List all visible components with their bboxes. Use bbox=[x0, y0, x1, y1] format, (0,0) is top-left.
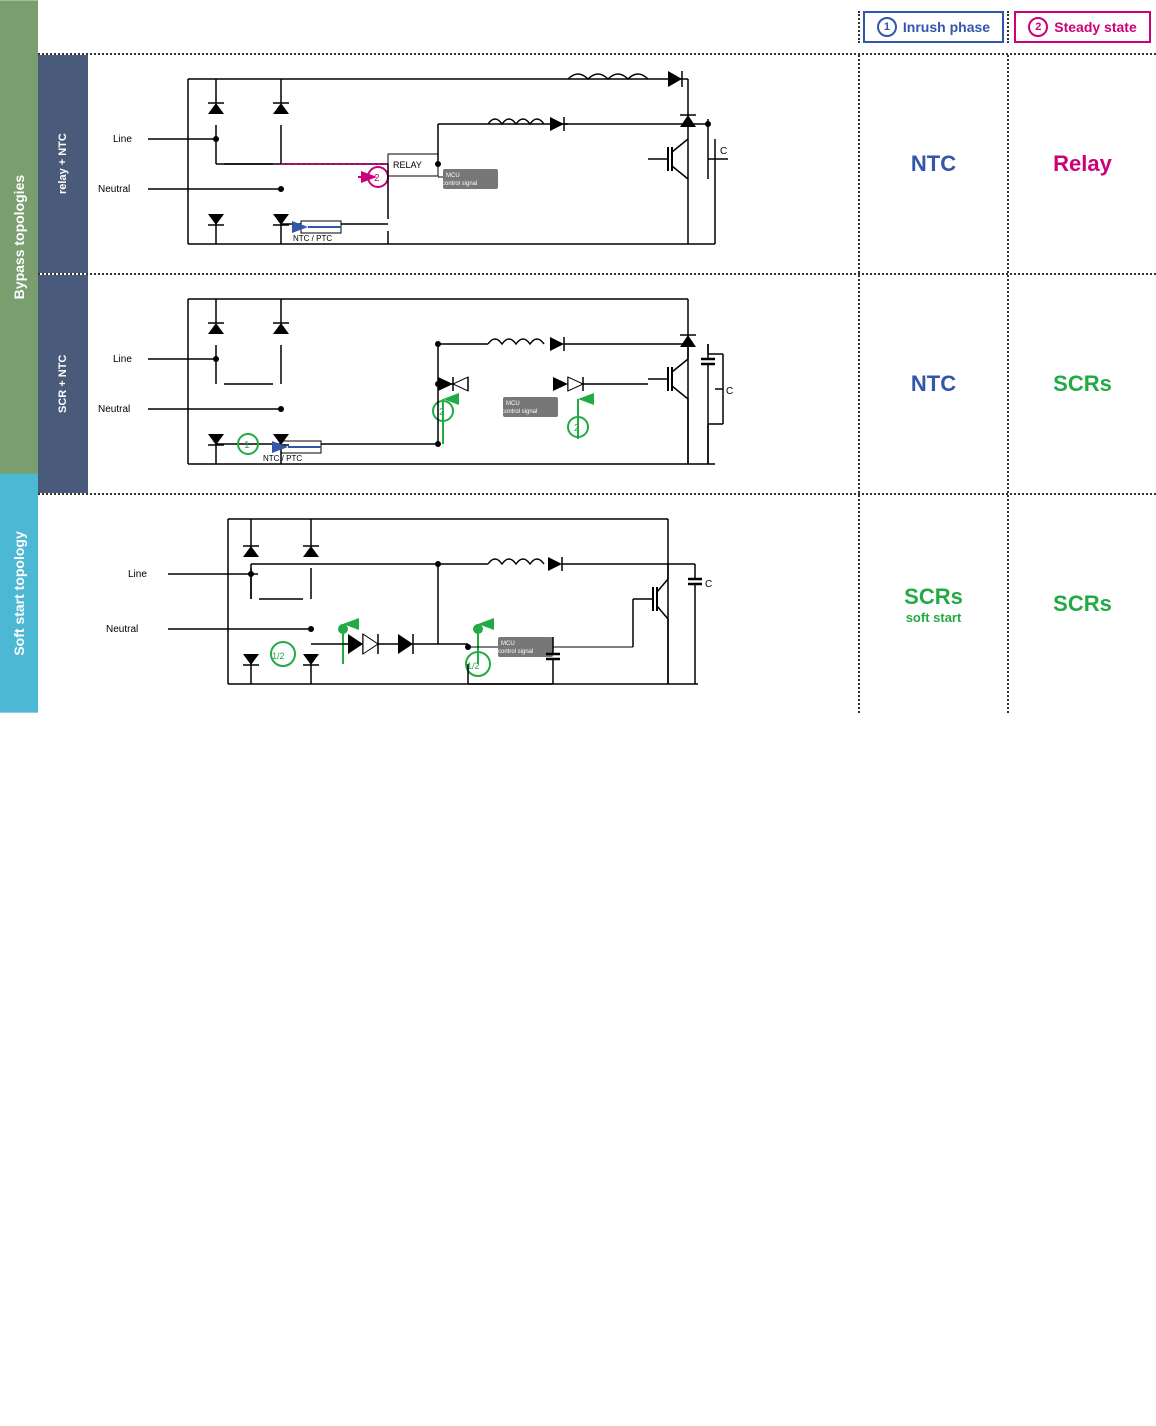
svg-text:C: C bbox=[705, 579, 712, 590]
sub-label-soft-start bbox=[38, 495, 88, 713]
inrush-phase-label: 1 Inrush phase bbox=[860, 11, 1007, 43]
sub-label-relay-ntc-inner: relay + NTC bbox=[38, 55, 88, 273]
result-cols-2: NTC SCRs bbox=[860, 275, 1156, 493]
result-cols-3: SCRs soft start SCRs bbox=[860, 495, 1156, 713]
bypass-label: Bypass topologies bbox=[0, 0, 38, 474]
inrush-label: Inrush phase bbox=[903, 19, 990, 35]
scrs-soft-start-main: SCRs bbox=[904, 584, 963, 610]
sub-label-soft-start-inner bbox=[38, 495, 88, 713]
svg-text:MCU: MCU bbox=[446, 173, 460, 179]
row-soft-start: Line Neutral bbox=[38, 495, 1156, 713]
inrush-result-2: NTC bbox=[860, 275, 1007, 493]
svg-text:Neutral: Neutral bbox=[98, 404, 130, 415]
main-container: Bypass topologies Soft start topology 1 … bbox=[0, 0, 1156, 713]
svg-text:Line: Line bbox=[128, 569, 147, 580]
inrush-box: 1 Inrush phase bbox=[863, 11, 1004, 43]
svg-text:Neutral: Neutral bbox=[98, 184, 130, 195]
svg-text:MCU: MCU bbox=[506, 401, 520, 407]
svg-text:NTC / PTC: NTC / PTC bbox=[263, 454, 302, 463]
svg-text:2: 2 bbox=[574, 423, 580, 434]
row-scr-ntc: SCR + NTC bbox=[38, 275, 1156, 495]
circuit-svg-scr-ntc: Line Neutral bbox=[88, 275, 858, 493]
inrush-result-3: SCRs soft start bbox=[860, 495, 1007, 713]
steady-label: Steady state bbox=[1054, 19, 1136, 35]
steady-num-circle: 2 bbox=[1028, 17, 1048, 37]
rows-container: relay + NTC bbox=[38, 55, 1156, 713]
svg-text:RELAY: RELAY bbox=[393, 160, 422, 170]
inrush-result-1: NTC bbox=[860, 55, 1007, 273]
result-cols-1: NTC Relay bbox=[860, 55, 1156, 273]
row-relay-ntc: relay + NTC bbox=[38, 55, 1156, 275]
svg-text:Line: Line bbox=[113, 134, 132, 145]
steady-box: 2 Steady state bbox=[1014, 11, 1150, 43]
left-labels: Bypass topologies Soft start topology bbox=[0, 0, 38, 713]
steady-result-3: SCRs bbox=[1009, 495, 1156, 713]
inrush-num-circle: 1 bbox=[877, 17, 897, 37]
circuit-svg-relay-ntc: C bbox=[88, 55, 858, 273]
circuit-area-relay-ntc: C bbox=[88, 55, 858, 273]
svg-text:NTC / PTC: NTC / PTC bbox=[293, 234, 332, 243]
sub-label-scr-ntc-inner: SCR + NTC bbox=[38, 275, 88, 493]
svg-text:control signal: control signal bbox=[502, 409, 537, 415]
steady-result-1: Relay bbox=[1009, 55, 1156, 273]
svg-text:control signal: control signal bbox=[442, 181, 477, 187]
sub-label-scr-ntc: SCR + NTC bbox=[38, 275, 88, 493]
steady-state-label: 2 Steady state bbox=[1009, 11, 1156, 43]
svg-text:MCU: MCU bbox=[501, 641, 515, 647]
svg-text:control signal: control signal bbox=[498, 649, 533, 655]
circuit-area-soft-start: Line Neutral bbox=[88, 495, 858, 713]
svg-text:1/2: 1/2 bbox=[467, 661, 480, 671]
svg-text:1: 1 bbox=[244, 440, 250, 451]
svg-text:C: C bbox=[726, 386, 733, 397]
scrs-soft-start-sub: soft start bbox=[904, 610, 963, 625]
sub-label-relay-ntc: relay + NTC bbox=[38, 55, 88, 273]
header-row: 1 Inrush phase 2 Steady state bbox=[38, 0, 1156, 55]
svg-text:1/2: 1/2 bbox=[272, 651, 285, 661]
svg-text:2: 2 bbox=[374, 173, 380, 184]
content-area: 1 Inrush phase 2 Steady state bbox=[38, 0, 1156, 713]
svg-text:Line: Line bbox=[113, 354, 132, 365]
svg-text:C: C bbox=[720, 146, 727, 157]
steady-result-2: SCRs bbox=[1009, 275, 1156, 493]
circuit-area-scr-ntc: Line Neutral bbox=[88, 275, 858, 493]
svg-text:2: 2 bbox=[439, 407, 445, 418]
svg-text:Neutral: Neutral bbox=[106, 624, 138, 635]
circuit-svg-soft-start: Line Neutral bbox=[88, 495, 858, 713]
soft-start-label: Soft start topology bbox=[0, 474, 38, 713]
